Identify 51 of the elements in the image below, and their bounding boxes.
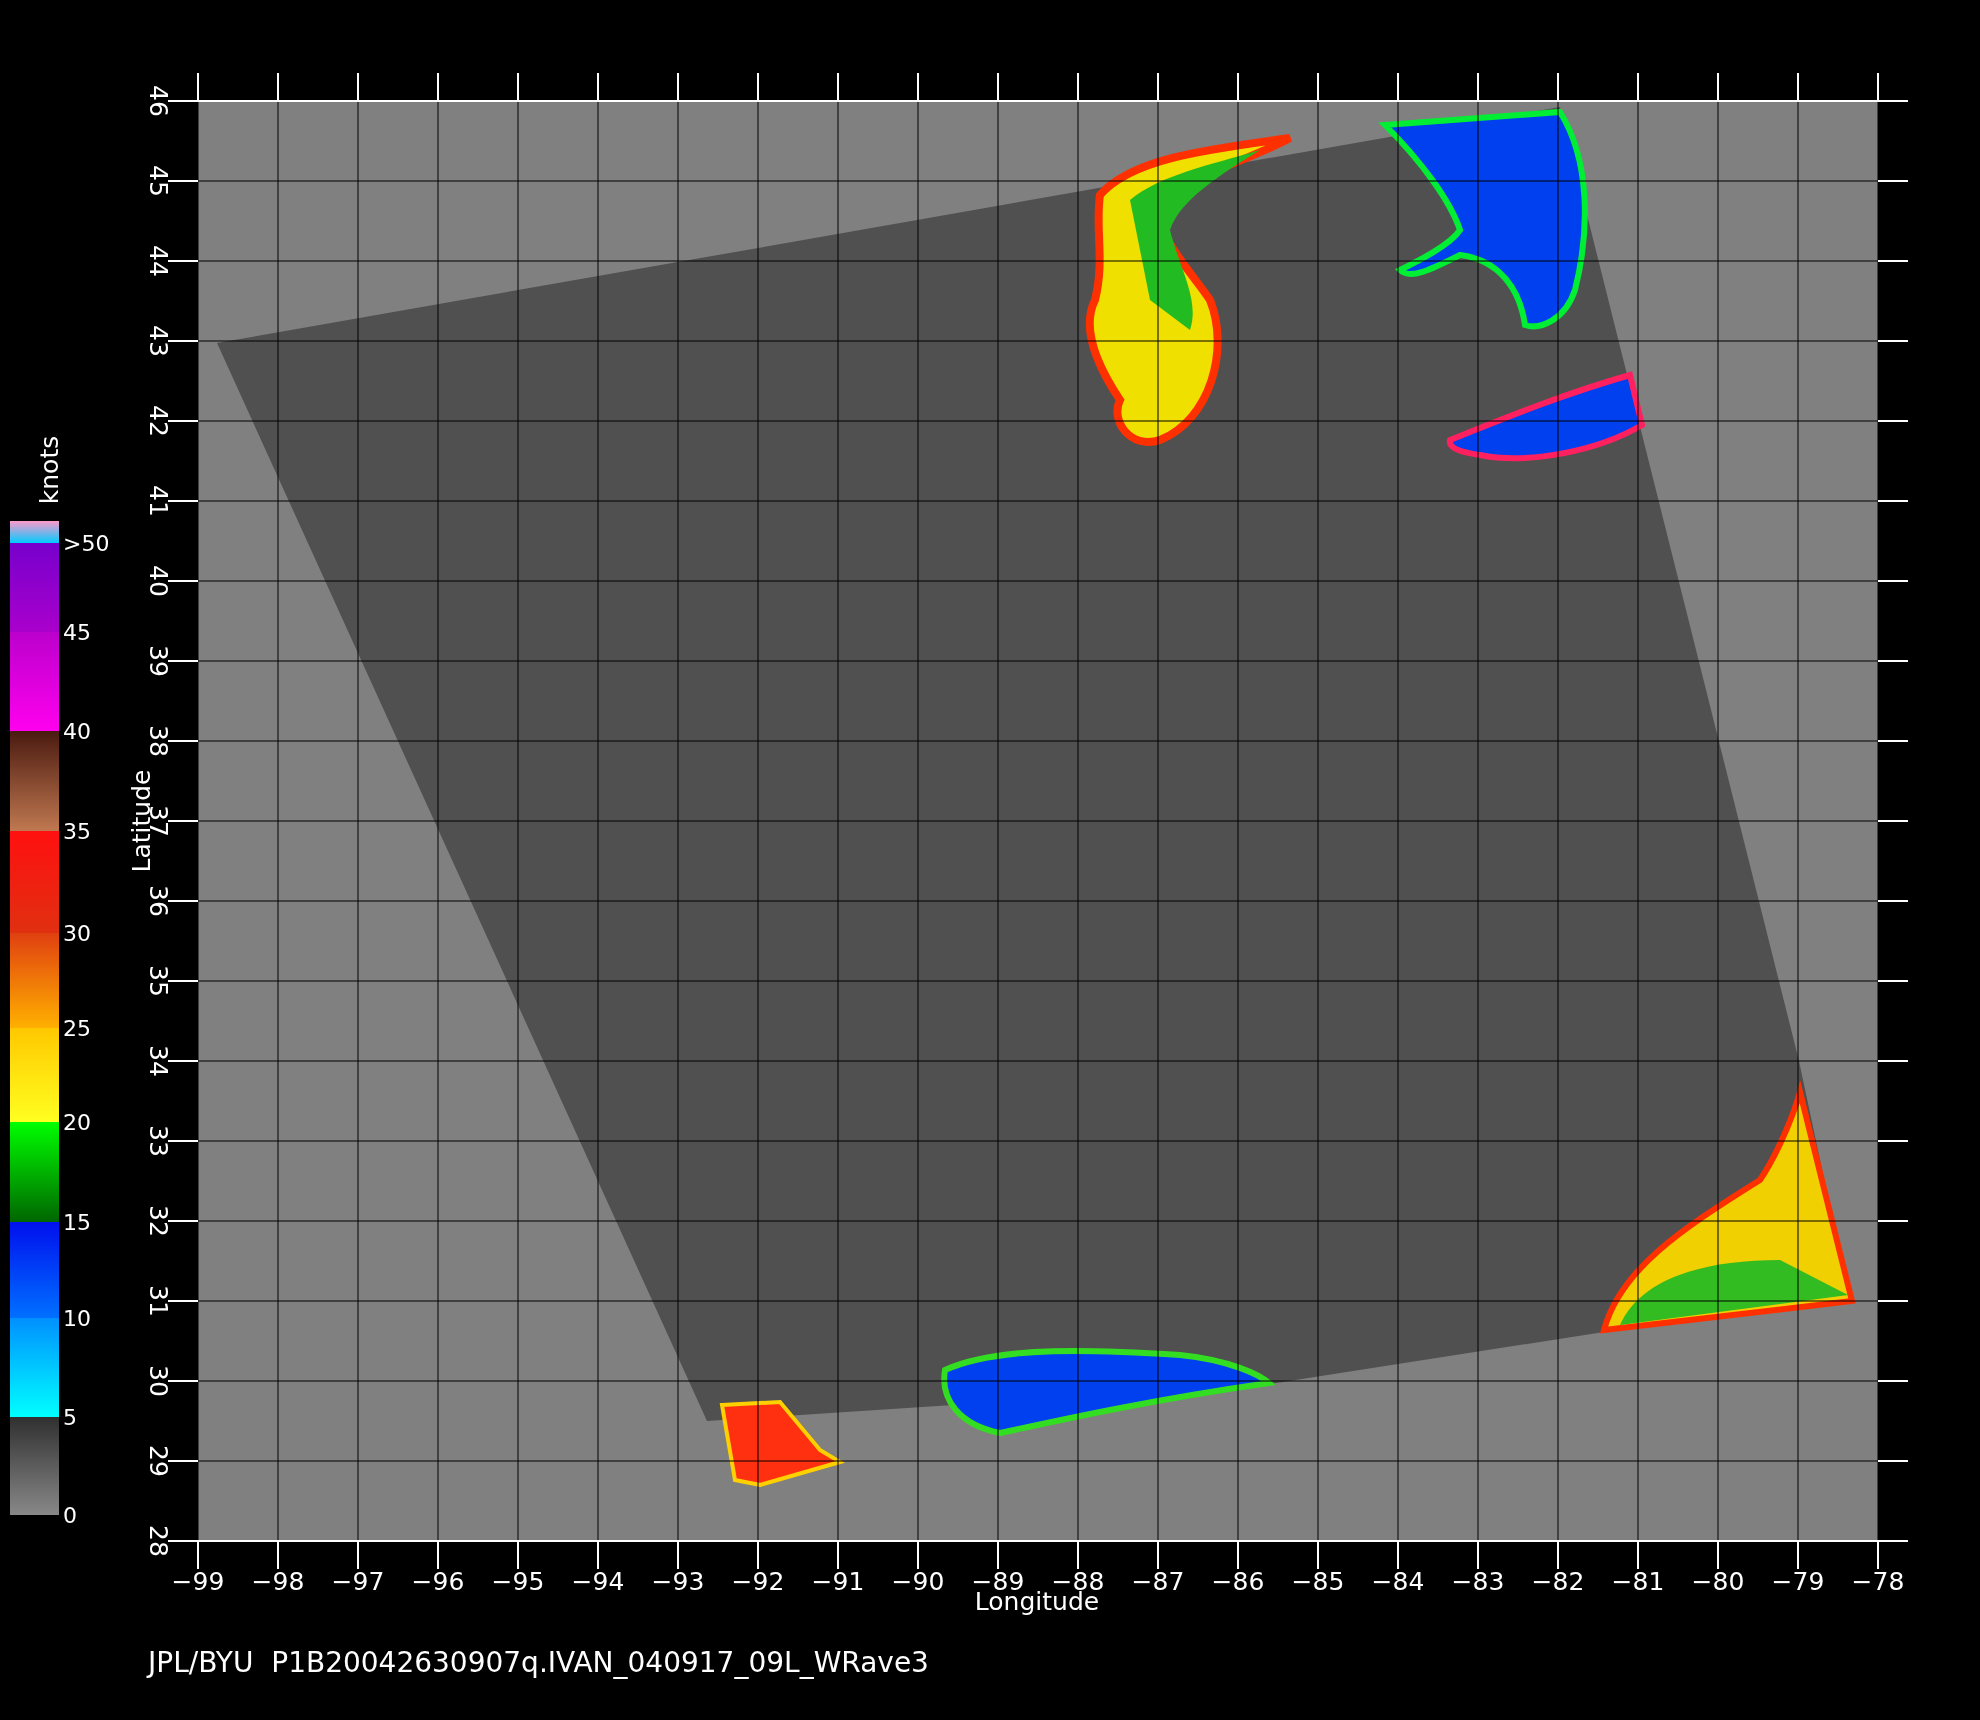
colorbar-label: 45 [63, 620, 91, 645]
latitude-tick-label: 28 [144, 1525, 173, 1557]
longitude-tick-label: −99 [171, 1567, 225, 1596]
latitude-tick-label: 43 [144, 325, 173, 357]
longitude-tick-label: −91 [811, 1567, 865, 1596]
colorbar-label: 5 [63, 1405, 77, 1430]
latitude-tick-label: 39 [144, 645, 173, 677]
latitude-tick-label: 41 [144, 485, 173, 517]
longitude-tick-label: −96 [411, 1567, 465, 1596]
longitude-tick-label: −93 [651, 1567, 705, 1596]
latitude-tick-label: 34 [144, 1045, 173, 1077]
longitude-tick-label: −79 [1771, 1567, 1825, 1596]
longitude-tick-label: −94 [571, 1567, 625, 1596]
latitude-tick-label: 35 [144, 965, 173, 997]
longitude-tick-label: −92 [731, 1567, 785, 1596]
latitude-tick-label: 29 [144, 1445, 173, 1477]
longitude-tick-label: −83 [1451, 1567, 1505, 1596]
longitude-tick-label: −82 [1531, 1567, 1585, 1596]
longitude-tick-label: −95 [491, 1567, 545, 1596]
latitude-tick-label: 33 [144, 1125, 173, 1157]
colorbar-label: 30 [63, 921, 91, 946]
latitude-tick-label: 32 [144, 1205, 173, 1237]
latitude-tick-label: 30 [144, 1365, 173, 1397]
longitude-tick-label: −85 [1291, 1567, 1345, 1596]
longitude-tick-label: −97 [331, 1567, 385, 1596]
latitude-tick-label: 44 [144, 245, 173, 277]
latitude-tick-label: 31 [144, 1285, 173, 1317]
longitude-tick-label: −87 [1131, 1567, 1185, 1596]
latitude-tick-label: 45 [144, 165, 173, 197]
colorbar-label: 35 [63, 819, 91, 844]
colorbar-label: 25 [63, 1016, 91, 1041]
longitude-tick-label: −98 [251, 1567, 305, 1596]
colorbar-label: 15 [63, 1210, 91, 1235]
latitude-tick-label: 42 [144, 405, 173, 437]
longitude-tick-label: −90 [891, 1567, 945, 1596]
colorbar-title: knots [35, 435, 64, 505]
colorbar-label: >50 [63, 531, 110, 556]
longitude-tick-label: −80 [1691, 1567, 1745, 1596]
longitude-tick-label: −81 [1611, 1567, 1665, 1596]
latitude-tick-label: 40 [144, 565, 173, 597]
latitude-tick-label: 36 [144, 885, 173, 917]
latitude-tick-label: 38 [144, 725, 173, 757]
colorbar-label: 0 [63, 1503, 77, 1528]
longitude-tick-label: −78 [1851, 1567, 1905, 1596]
longitude-tick-label: −84 [1371, 1567, 1425, 1596]
longitude-tick-label: −86 [1211, 1567, 1265, 1596]
footer-caption: JPL/BYU P1B20042630907q.IVAN_040917_09L_WRave3 [148, 1646, 929, 1679]
colorbar-label: 40 [63, 719, 91, 744]
colorbar-label: 10 [63, 1306, 91, 1331]
colorbar-label: 20 [63, 1110, 91, 1135]
latitude-tick-label: 46 [144, 85, 173, 117]
